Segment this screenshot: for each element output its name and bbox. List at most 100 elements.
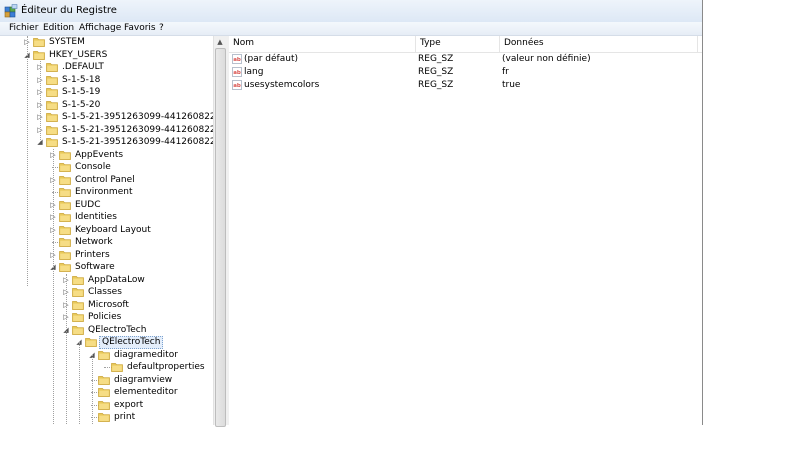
folder-icon <box>59 150 71 160</box>
folder-icon <box>46 87 58 97</box>
folder-icon <box>33 50 45 60</box>
tree-item[interactable]: ▷ .DEFAULT <box>1 61 213 74</box>
tree-item[interactable]: ◢ HKEY_USERS <box>1 49 213 62</box>
folder-icon <box>72 325 84 335</box>
tree-guide-line <box>53 148 54 424</box>
tree-item[interactable]: Console <box>1 161 213 174</box>
tree-item[interactable]: ◢ Software <box>1 261 213 274</box>
tree-item[interactable]: ▷ SYSTEM <box>1 36 213 49</box>
menu-fichier[interactable]: Fichier <box>8 22 39 35</box>
svg-text:ab: ab <box>233 83 241 89</box>
folder-icon <box>72 300 84 310</box>
tree-item-label: Identities <box>75 212 117 222</box>
scroll-up-arrow-icon[interactable]: ▲ <box>214 36 226 48</box>
folder-icon <box>46 62 58 72</box>
list-item[interactable]: ab (par défaut) REG_SZ (valeur non définie) <box>229 53 702 66</box>
menu-affichage[interactable]: Affichage <box>78 22 122 35</box>
folder-icon <box>72 287 84 297</box>
tree-item[interactable]: ▷ Keyboard Layout <box>1 224 213 237</box>
folder-icon <box>72 312 84 322</box>
tree-item[interactable]: ◢ QElectroTech <box>1 336 213 349</box>
tree-item[interactable]: elementeditor <box>1 386 213 399</box>
tree-item-label: S-1-5-21-3951263099-441260822-3097470903… <box>62 112 213 122</box>
tree-item[interactable]: ▷ Microsoft <box>1 299 213 312</box>
tree-item[interactable]: ▷ Policies <box>1 311 213 324</box>
tree-item-label: AppEvents <box>75 149 124 160</box>
tree-item-label: EUDC <box>75 199 101 210</box>
value-data: true <box>502 80 521 90</box>
tree-item-label: S-1-5-21-3951263099-441260822-3097470903… <box>62 137 213 147</box>
tree-item-label: defaultproperties <box>127 362 205 372</box>
column-header-data[interactable]: Données <box>500 36 698 52</box>
menu-help[interactable]: ? <box>158 22 165 35</box>
tree-item-label: print <box>114 412 136 422</box>
tree-item-label: SYSTEM <box>49 37 85 47</box>
tree-item-label: AppDataLow <box>88 274 145 285</box>
tree-item[interactable]: ▷ Classes <box>1 286 213 299</box>
tree-item[interactable]: print <box>1 411 213 424</box>
registry-editor-icon <box>4 4 18 18</box>
tree-item[interactable]: diagramview <box>1 374 213 387</box>
column-header-name[interactable]: Nom <box>229 36 416 52</box>
tree-guide-line <box>40 61 41 143</box>
tree-scrollbar[interactable]: ▲ <box>213 36 226 427</box>
value-type: REG_SZ <box>418 67 454 77</box>
registry-editor-window: Éditeur du Registre Fichier Edition Affi… <box>0 0 702 427</box>
tree-scroll-thumb[interactable] <box>215 48 226 427</box>
tree-item[interactable]: ▷ EUDC <box>1 199 213 212</box>
tree-item[interactable]: ▷ S-1-5-19 <box>1 86 213 99</box>
tree-item-label: .DEFAULT <box>62 62 104 72</box>
folder-icon <box>46 112 58 122</box>
tree-item[interactable]: ▷ Control Panel <box>1 174 213 187</box>
tree-guide-line <box>27 36 28 286</box>
folder-icon <box>98 387 110 397</box>
tree-item-label: Classes <box>88 287 122 297</box>
tree-item[interactable]: Environment <box>1 186 213 199</box>
folder-icon <box>33 37 45 47</box>
tree-item[interactable]: ◢ diagrameditor <box>1 349 213 362</box>
tree-item-label: diagramview <box>114 374 173 385</box>
svg-text:ab: ab <box>233 70 241 76</box>
folder-icon <box>59 225 71 235</box>
menu-favoris[interactable]: Favoris <box>123 22 157 35</box>
tree-item-label: Console <box>75 162 111 172</box>
tree-item[interactable]: Network <box>1 236 213 249</box>
tree-item-label: Control Panel <box>75 174 135 185</box>
value-name: (par défaut) <box>244 54 298 64</box>
tree-item[interactable]: ▷ AppEvents <box>1 149 213 162</box>
list-item[interactable]: ab usesystemcolors REG_SZ true <box>229 79 702 92</box>
value-name: usesystemcolors <box>244 80 320 90</box>
tree-item[interactable]: ▷ S-1-5-18 <box>1 74 213 87</box>
tree-item[interactable]: ▷ Printers <box>1 249 213 262</box>
tree-item-label: S-1-5-18 <box>62 74 101 85</box>
tree-item[interactable]: ◢ QElectroTech <box>1 324 213 337</box>
folder-icon <box>98 412 110 422</box>
column-header-type[interactable]: Type <box>416 36 500 52</box>
registry-values-list[interactable]: Nom Type Données ab (par défaut) REG_SZ (va… <box>229 36 702 425</box>
folder-icon <box>46 75 58 85</box>
tree-item[interactable]: ◢S-1-5-21-3951263099-441260822-309747090… <box>1 136 213 149</box>
tree-item[interactable]: ▷S-1-5-21-3951263099-441260822-309747090… <box>1 111 213 124</box>
svg-text:ab: ab <box>233 57 241 63</box>
tree-item[interactable]: ▷S-1-5-21-3951263099-441260822-309747090… <box>1 124 213 137</box>
folder-icon <box>72 275 84 285</box>
tree-item[interactable]: export <box>1 399 213 412</box>
list-header: Nom Type Données <box>229 36 702 53</box>
value-type: REG_SZ <box>418 80 454 90</box>
registry-key-tree[interactable]: ▷ SYSTEM ◢ HKEY_USERS ▷ .DEFAULT ▷ S-1-5-18 ▷ S-1… <box>1 36 213 425</box>
tree-item[interactable]: ▷ AppDataLow <box>1 274 213 287</box>
folder-icon <box>85 337 97 347</box>
reg-sz-value-icon: ab <box>232 80 242 90</box>
tree-item[interactable]: defaultproperties <box>1 361 213 374</box>
tree-item[interactable]: ▷ S-1-5-20 <box>1 99 213 112</box>
folder-icon <box>59 250 71 260</box>
tree-guide-line <box>92 354 93 424</box>
folder-icon <box>59 162 71 172</box>
tree-item-label: Software <box>75 262 115 272</box>
folder-icon <box>59 200 71 210</box>
list-item[interactable]: ab lang REG_SZ fr <box>229 66 702 79</box>
tree-item-label: QElectroTech <box>99 336 164 349</box>
menu-edition[interactable]: Edition <box>42 22 75 35</box>
reg-sz-value-icon: ab <box>232 67 242 77</box>
tree-item[interactable]: ▷ Identities <box>1 211 213 224</box>
